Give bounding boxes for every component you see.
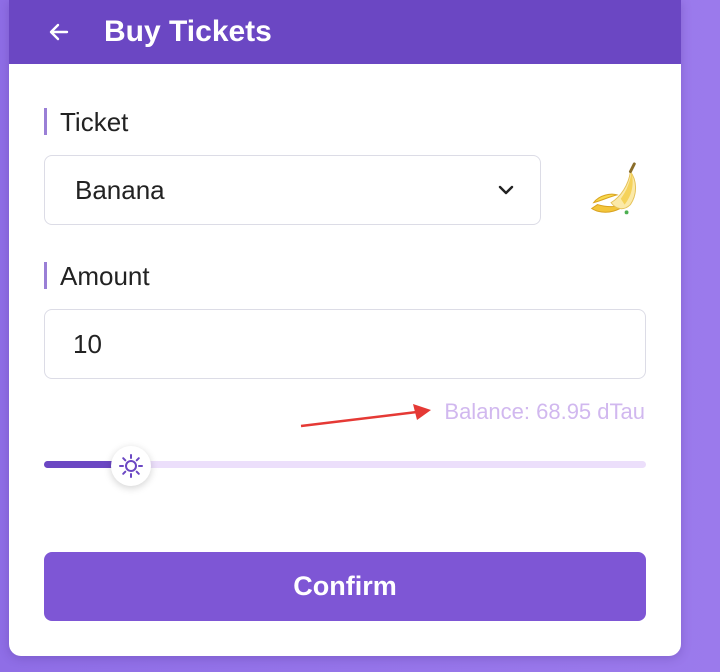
buy-tickets-card: Buy Tickets Ticket Banana Amount Balance… xyxy=(9,0,681,656)
sun-icon xyxy=(119,454,144,478)
ticket-select[interactable]: Banana xyxy=(44,155,541,225)
amount-label: Amount xyxy=(44,262,150,289)
chevron-down-icon xyxy=(498,185,514,195)
amount-field xyxy=(44,309,646,379)
arrow-left-icon xyxy=(49,23,69,41)
confirm-button[interactable]: Confirm xyxy=(44,552,646,621)
header-bar: Buy Tickets xyxy=(9,0,681,64)
ticket-label: Ticket xyxy=(44,108,128,135)
ticket-select-value: Banana xyxy=(75,175,165,205)
amount-slider[interactable] xyxy=(44,446,646,486)
amount-input[interactable] xyxy=(73,326,613,362)
balance-text: Balance: 68.95 dTau xyxy=(444,399,645,424)
page-title: Buy Tickets xyxy=(104,15,272,48)
banana-icon xyxy=(590,162,637,215)
annotation-arrow-icon xyxy=(300,404,431,428)
back-button[interactable] xyxy=(45,18,73,46)
slider-thumb[interactable] xyxy=(111,446,152,486)
